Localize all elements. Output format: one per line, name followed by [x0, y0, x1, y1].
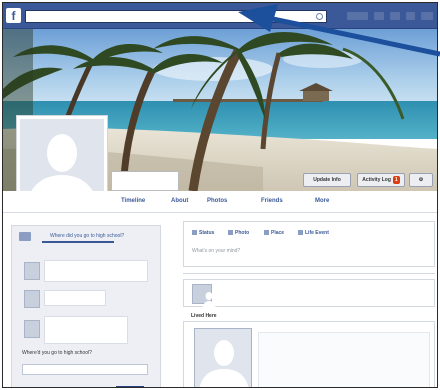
- composer-tab-place[interactable]: Place: [264, 230, 284, 236]
- tab-more[interactable]: More: [315, 198, 329, 204]
- lived-here-label: Lived Here: [191, 313, 217, 319]
- composer-tab-status[interactable]: Status: [192, 230, 214, 236]
- header-underline: [42, 241, 114, 243]
- composer-tab-photo[interactable]: Photo: [228, 230, 249, 236]
- composer-tab-life-event[interactable]: Life Event: [298, 230, 329, 236]
- update-info-button[interactable]: Update Info: [303, 173, 351, 187]
- profile-nav-bar: Timeline About Photos Friends More: [3, 191, 437, 213]
- status-composer: Status Photo Place Life Event What's on …: [183, 221, 435, 267]
- save-button[interactable]: [116, 386, 144, 387]
- activity-count-badge: 1: [392, 176, 400, 184]
- default-avatar-silhouette-icon: [199, 340, 249, 387]
- settings-gear-icon[interactable]: [421, 12, 433, 20]
- status-icon: [192, 230, 197, 236]
- redacted-row: [44, 290, 106, 306]
- post-author-avatar[interactable]: [192, 284, 216, 309]
- search-icon[interactable]: [316, 13, 323, 20]
- composer-tab-status-label: Status: [199, 230, 215, 236]
- tab-timeline[interactable]: Timeline: [121, 198, 145, 204]
- tab-friends[interactable]: Friends: [261, 198, 283, 204]
- map-pin-icon: [264, 230, 269, 236]
- high-school-question: Where'd you go to high school?: [22, 350, 92, 356]
- timeline-feed: Status Photo Place Life Event What's on …: [183, 221, 437, 387]
- composer-tab-place-label: Place: [271, 230, 285, 236]
- friend-thumbnail[interactable]: [24, 290, 40, 308]
- left-column-panel: Where did you go to high school? Where'd…: [11, 225, 161, 387]
- settings-dropdown-button[interactable]: ⚙: [409, 173, 433, 187]
- friend-thumbnail[interactable]: [24, 320, 40, 338]
- gear-icon: ⚙: [418, 177, 424, 183]
- screenshot-frame: f Update Info Activity Log 1 ⚙ Timeline …: [2, 2, 438, 388]
- redacted-row: [44, 260, 148, 282]
- life-event-photo[interactable]: [194, 328, 252, 387]
- life-event-post: [183, 321, 435, 387]
- top-link-messages-icon[interactable]: [390, 12, 400, 20]
- composer-tab-life-event-label: Life Event: [305, 230, 329, 236]
- redacted-row: [44, 316, 128, 344]
- top-link-notifications-icon[interactable]: [405, 12, 416, 20]
- top-navigation-bar: f: [3, 3, 437, 29]
- top-link-home[interactable]: [347, 12, 369, 20]
- top-right-links: [347, 12, 433, 22]
- camera-icon: [228, 230, 233, 236]
- composer-input[interactable]: What's on your mind?: [192, 248, 240, 254]
- timeline-post: [183, 279, 435, 309]
- friend-thumbnail[interactable]: [24, 262, 40, 280]
- tab-about[interactable]: About: [171, 198, 188, 204]
- top-link-friends-icon[interactable]: [374, 12, 384, 20]
- profile-name-redacted: [111, 171, 179, 191]
- school-icon: [19, 232, 31, 241]
- left-column-header[interactable]: Where did you go to high school?: [50, 233, 124, 239]
- activity-log-label: Activity Log: [362, 177, 391, 183]
- flag-icon: [298, 230, 303, 236]
- post-content-box: [258, 332, 430, 387]
- high-school-input[interactable]: [22, 364, 148, 375]
- update-info-label: Update Info: [313, 177, 341, 183]
- facebook-logo-icon[interactable]: f: [6, 8, 21, 23]
- activity-log-button[interactable]: Activity Log 1: [357, 173, 405, 187]
- search-input[interactable]: [25, 10, 327, 23]
- default-avatar-silhouette-icon: [202, 292, 216, 309]
- composer-tab-photo-label: Photo: [235, 230, 250, 236]
- tab-photos[interactable]: Photos: [207, 198, 227, 204]
- feed-divider: [183, 273, 435, 274]
